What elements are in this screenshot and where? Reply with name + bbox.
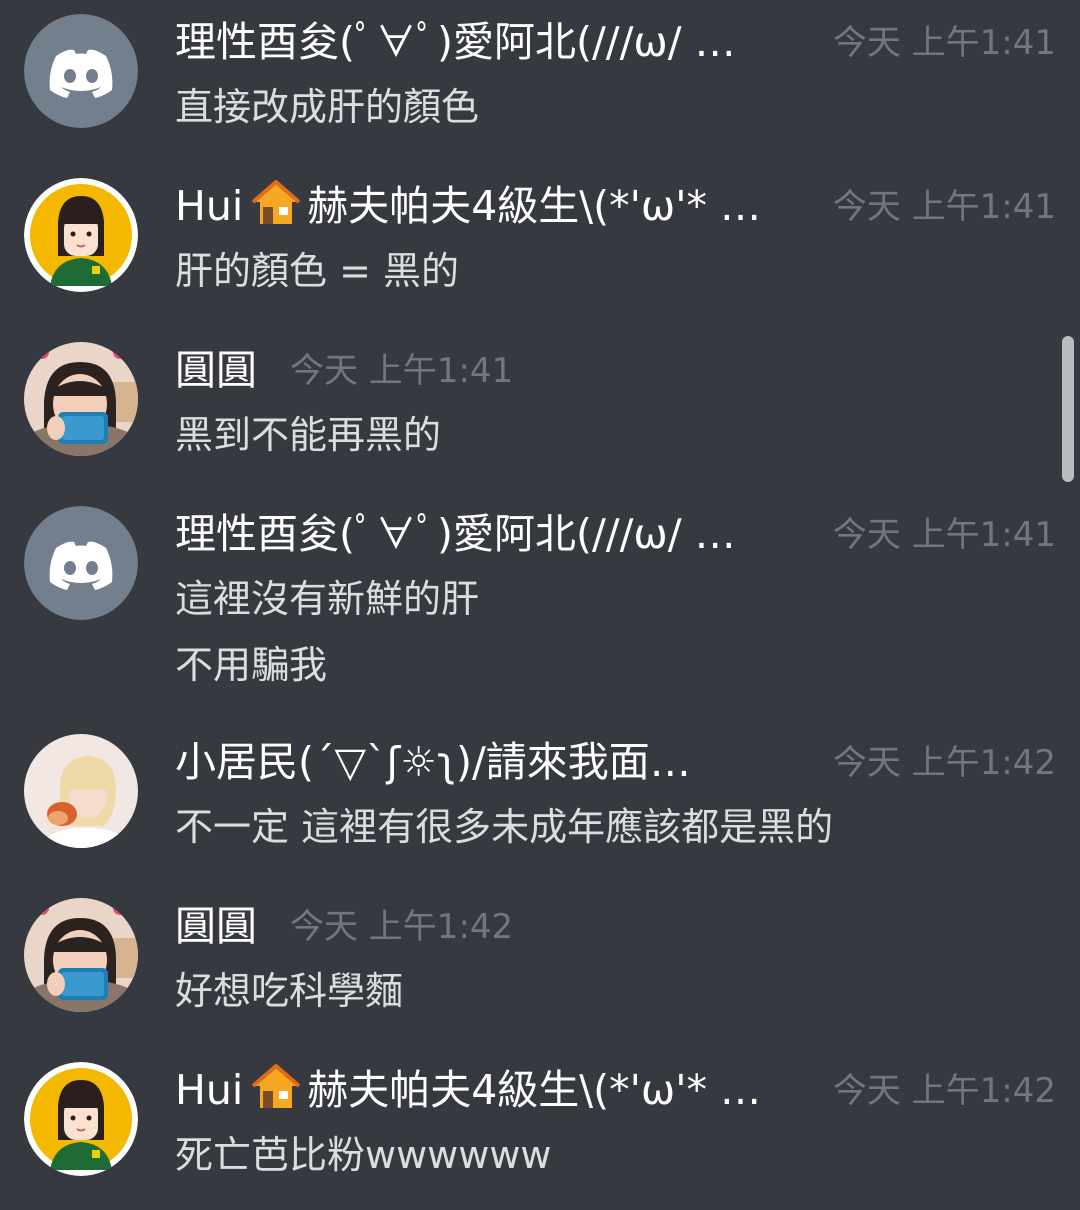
message-timestamp: 今天 上午1:41: [290, 351, 514, 391]
house-emoji-icon: [251, 179, 301, 234]
message-text: 肝的顏色 = 黑的: [175, 249, 459, 293]
message-author[interactable]: 圓圓: [175, 342, 275, 398]
message-author[interactable]: 理性酉夋(ﾟ∀ﾟ)愛阿北(///ω/ …: [175, 506, 825, 562]
message-text: 黑到不能再黑的: [175, 413, 442, 457]
discord-default-avatar[interactable]: [24, 506, 138, 620]
message-author[interactable]: 小居民(´▽`ʃ☼ʅ)/請來我面…: [175, 734, 795, 790]
cartoon-girl-avatar[interactable]: [24, 178, 138, 292]
message-text: 直接改成肝的顏色: [175, 85, 480, 129]
house-emoji-icon: [251, 1063, 301, 1118]
message-timestamp: 今天 上午1:42: [832, 1071, 1056, 1111]
author-prefix: Hui: [175, 1066, 244, 1114]
message-author[interactable]: Hui 赫夫帕夫4級生\(*'ω'* …: [175, 1062, 825, 1118]
photo-avatar-blonde[interactable]: [24, 734, 138, 848]
message-timestamp: 今天 上午1:42: [832, 743, 1056, 783]
cartoon-girl-avatar[interactable]: [24, 1062, 138, 1176]
message-author[interactable]: 理性酉夋(ﾟ∀ﾟ)愛阿北(///ω/ …: [175, 14, 825, 70]
message-text: 不用騙我: [175, 643, 328, 687]
chat-message-list[interactable]: 理性酉夋(ﾟ∀ﾟ)愛阿北(///ω/ … 今天 上午1:41 直接改成肝的顏色 …: [0, 0, 1080, 1210]
message-author[interactable]: Hui 赫夫帕夫4級生\(*'ω'* …: [175, 178, 825, 234]
author-suffix: 赫夫帕夫4級生\(*'ω'* …: [307, 182, 762, 230]
message-text: 死亡芭比粉wwwwww: [175, 1133, 552, 1177]
message-text: 這裡沒有新鮮的肝: [175, 577, 480, 621]
message-text: 不一定 這裡有很多未成年應該都是黑的: [175, 805, 834, 849]
message-timestamp: 今天 上午1:41: [832, 23, 1056, 63]
photo-avatar-phone[interactable]: [24, 342, 138, 456]
scrollbar-thumb[interactable]: [1062, 336, 1074, 482]
author-prefix: Hui: [175, 182, 244, 230]
message-author[interactable]: 圓圓: [175, 898, 275, 954]
photo-avatar-phone[interactable]: [24, 898, 138, 1012]
message-timestamp: 今天 上午1:41: [832, 515, 1056, 555]
message-timestamp: 今天 上午1:41: [832, 187, 1056, 227]
discord-default-avatar[interactable]: [24, 14, 138, 128]
message-text: 好想吃科學麵: [175, 969, 404, 1013]
author-suffix: 赫夫帕夫4級生\(*'ω'* …: [307, 1066, 762, 1114]
message-timestamp: 今天 上午1:42: [290, 907, 514, 947]
